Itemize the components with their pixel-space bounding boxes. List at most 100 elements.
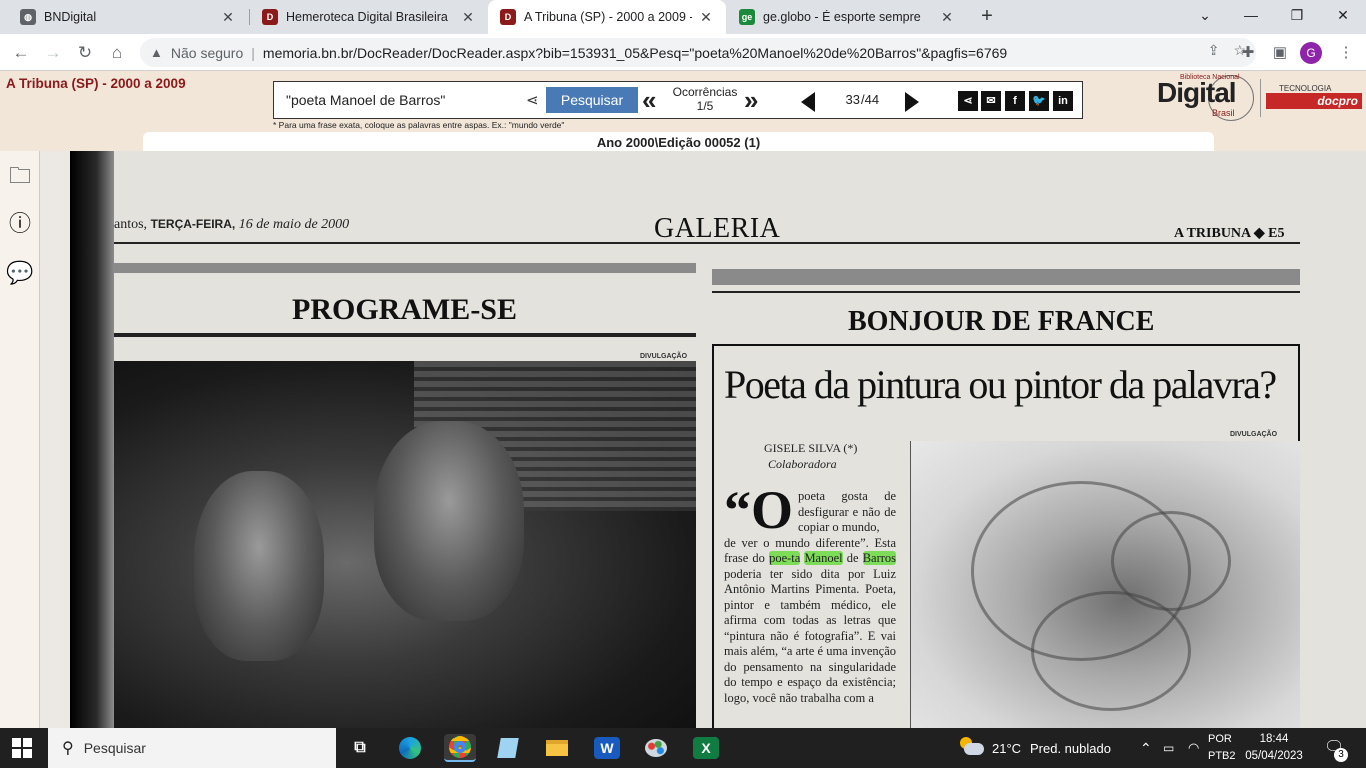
article-body-indented: poeta gosta de desfigurar e não de copia… <box>798 489 896 534</box>
tab-ge-globo[interactable]: ge ge.globo - É esporte sempre ✕ <box>727 0 967 34</box>
page-number-input[interactable]: 33 <box>820 87 860 113</box>
docpro-logo[interactable]: docpro <box>1266 93 1362 109</box>
next-page-icon[interactable] <box>905 92 919 112</box>
scanned-page: antos, TERÇA-FEIRA, 16 de maio de 2000 G… <box>70 151 1366 728</box>
programe-se-photo <box>114 361 696 728</box>
windows-start-icon[interactable] <box>12 738 32 758</box>
chrome-icon[interactable] <box>444 734 476 762</box>
search-button[interactable]: Pesquisar <box>546 87 638 113</box>
logo-divider <box>1260 79 1261 117</box>
paint-icon[interactable] <box>640 734 672 762</box>
tab-search-icon[interactable]: ⌄ <box>1182 0 1228 30</box>
photo-person-right <box>374 421 524 621</box>
left-greybar <box>114 263 696 273</box>
keyboard-layout: PTB2 <box>1208 750 1236 762</box>
battery-icon[interactable]: ▭ <box>1163 728 1174 768</box>
search-highlight[interactable]: Manoel <box>804 551 843 565</box>
article-author: GISELE SILVA (*) <box>764 441 858 455</box>
profile-avatar[interactable]: G <box>1300 42 1322 64</box>
wifi-icon[interactable]: ◠ <box>1188 728 1199 768</box>
home-icon[interactable]: ⌂ <box>104 40 130 66</box>
share-icon[interactable]: ⋖ <box>526 91 539 109</box>
notification-count: 3 <box>1334 748 1348 762</box>
excel-icon[interactable]: X <box>693 737 719 759</box>
photo-person-left <box>194 471 324 661</box>
weather-temp[interactable]: 21°C <box>992 728 1021 768</box>
prev-occurrence-icon[interactable]: « <box>642 85 656 115</box>
linkedin-icon[interactable]: in <box>1053 91 1073 111</box>
weather-desc[interactable]: Pred. nublado <box>1030 728 1111 768</box>
notepad-icon[interactable] <box>492 734 524 762</box>
edition-title: Ano 2000\Edição 00052 (1) <box>143 132 1214 151</box>
omnibox[interactable]: ▲ Não seguro | memoria.bn.br/DocReader/D… <box>140 38 1256 67</box>
clock-time: 18:44 <box>1259 733 1289 745</box>
search-input[interactable] <box>280 87 520 113</box>
forward-icon[interactable]: → <box>40 40 66 66</box>
comments-icon[interactable]: 💬 <box>5 258 35 288</box>
occurrences-label: Ocorrências <box>672 85 738 99</box>
back-icon[interactable]: ← <box>8 40 34 66</box>
close-icon[interactable]: ✕ <box>460 9 476 26</box>
reload-icon[interactable]: ↻ <box>72 40 98 66</box>
docreader-page: A Tribuna (SP) - 2000 a 2009 ⋖ Pesquisar… <box>0 71 1366 728</box>
next-occurrence-icon[interactable]: » <box>744 85 758 115</box>
email-icon[interactable]: ✉ <box>981 91 1001 111</box>
tab-title: ge.globo - É esporte sempre <box>763 10 921 24</box>
ge-icon: ge <box>739 9 755 25</box>
search-toolbar: ⋖ Pesquisar « Ocorrências 1/5 » 33 /44 ⋖… <box>273 81 1083 119</box>
facebook-icon[interactable]: f <box>1005 91 1025 111</box>
painting-swirl <box>1111 511 1231 611</box>
header-rule <box>114 242 1300 244</box>
close-icon[interactable]: ✕ <box>698 9 714 26</box>
tab-hemeroteca[interactable]: D Hemeroteca Digital Brasileira ✕ <box>250 0 488 34</box>
warning-icon[interactable]: ▲ <box>150 45 163 60</box>
search-highlight[interactable]: Barros <box>862 551 897 565</box>
article-title: Poeta da pintura ou pintor da palavra? <box>724 362 1277 407</box>
share-icon[interactable]: ⋖ <box>958 91 978 111</box>
edge-icon[interactable] <box>394 734 426 762</box>
weather-cloud-icon[interactable] <box>958 737 984 757</box>
language-code: POR <box>1208 733 1232 745</box>
new-tab-button[interactable]: + <box>975 5 999 29</box>
security-label[interactable]: Não seguro <box>171 45 243 61</box>
sidebar: 🗀 ⓘ 💬 <box>0 151 40 728</box>
occurrences: Ocorrências 1/5 <box>670 85 740 113</box>
docpro-icon: D <box>500 9 516 25</box>
chevron-up-icon[interactable]: ⌃ <box>1140 728 1152 768</box>
language-indicator[interactable]: POR PTB2 <box>1208 731 1236 765</box>
windows-taskbar: ⚲ Pesquisar ⧉ W X 21°C Pred. nublado ⌃ ▭… <box>0 728 1366 768</box>
close-icon[interactable]: ✕ <box>939 9 955 26</box>
word-icon[interactable]: W <box>594 737 620 759</box>
scan-edge <box>70 151 114 728</box>
minimize-button[interactable]: — <box>1228 0 1274 30</box>
url-text[interactable]: memoria.bn.br/DocReader/DocReader.aspx?b… <box>263 45 1007 61</box>
close-window-button[interactable]: ✕ <box>1320 0 1366 30</box>
taskbar-search[interactable]: ⚲ Pesquisar <box>48 728 336 768</box>
side-panel-icon[interactable]: ▣ <box>1268 41 1292 65</box>
search-icon: ⚲ <box>62 740 74 757</box>
menu-kebab-icon[interactable]: ⋮ <box>1334 41 1358 65</box>
painting-photo <box>910 441 1300 728</box>
file-explorer-icon[interactable] <box>541 734 573 762</box>
docpro-icon: D <box>262 9 278 25</box>
clock[interactable]: 18:44 05/04/2023 <box>1240 731 1308 765</box>
tab-a-tribuna[interactable]: D A Tribuna (SP) - 2000 a 2009 - Do ✕ <box>488 0 726 34</box>
bn-digital-logo[interactable]: Digital <box>1157 77 1237 109</box>
info-icon[interactable]: ⓘ <box>5 209 35 239</box>
restore-button[interactable]: ❐ <box>1274 0 1320 30</box>
article-body-mid: de <box>846 551 859 565</box>
occurrences-value: 1/5 <box>696 99 714 113</box>
share-page-icon[interactable]: ⇪ <box>1208 42 1220 59</box>
search-hint: * Para uma frase exata, coloque as palav… <box>273 120 565 130</box>
task-view-icon[interactable]: ⧉ <box>344 734 376 762</box>
tab-title: A Tribuna (SP) - 2000 a 2009 - Do <box>524 10 692 24</box>
prev-page-icon[interactable] <box>801 92 815 112</box>
tab-bndigital[interactable]: ◍ BNDigital ✕ <box>8 0 248 34</box>
folder-icon[interactable]: 🗀 <box>5 161 35 191</box>
browser-tab-bar: ◍ BNDigital ✕ D Hemeroteca Digital Brasi… <box>0 0 1366 34</box>
search-highlight[interactable]: poe-ta <box>769 551 801 565</box>
close-icon[interactable]: ✕ <box>220 9 236 26</box>
document-viewer[interactable]: antos, TERÇA-FEIRA, 16 de maio de 2000 G… <box>40 151 1366 728</box>
twitter-icon[interactable]: 🐦 <box>1029 91 1049 111</box>
extensions-icon[interactable]: ✚ <box>1236 41 1260 65</box>
